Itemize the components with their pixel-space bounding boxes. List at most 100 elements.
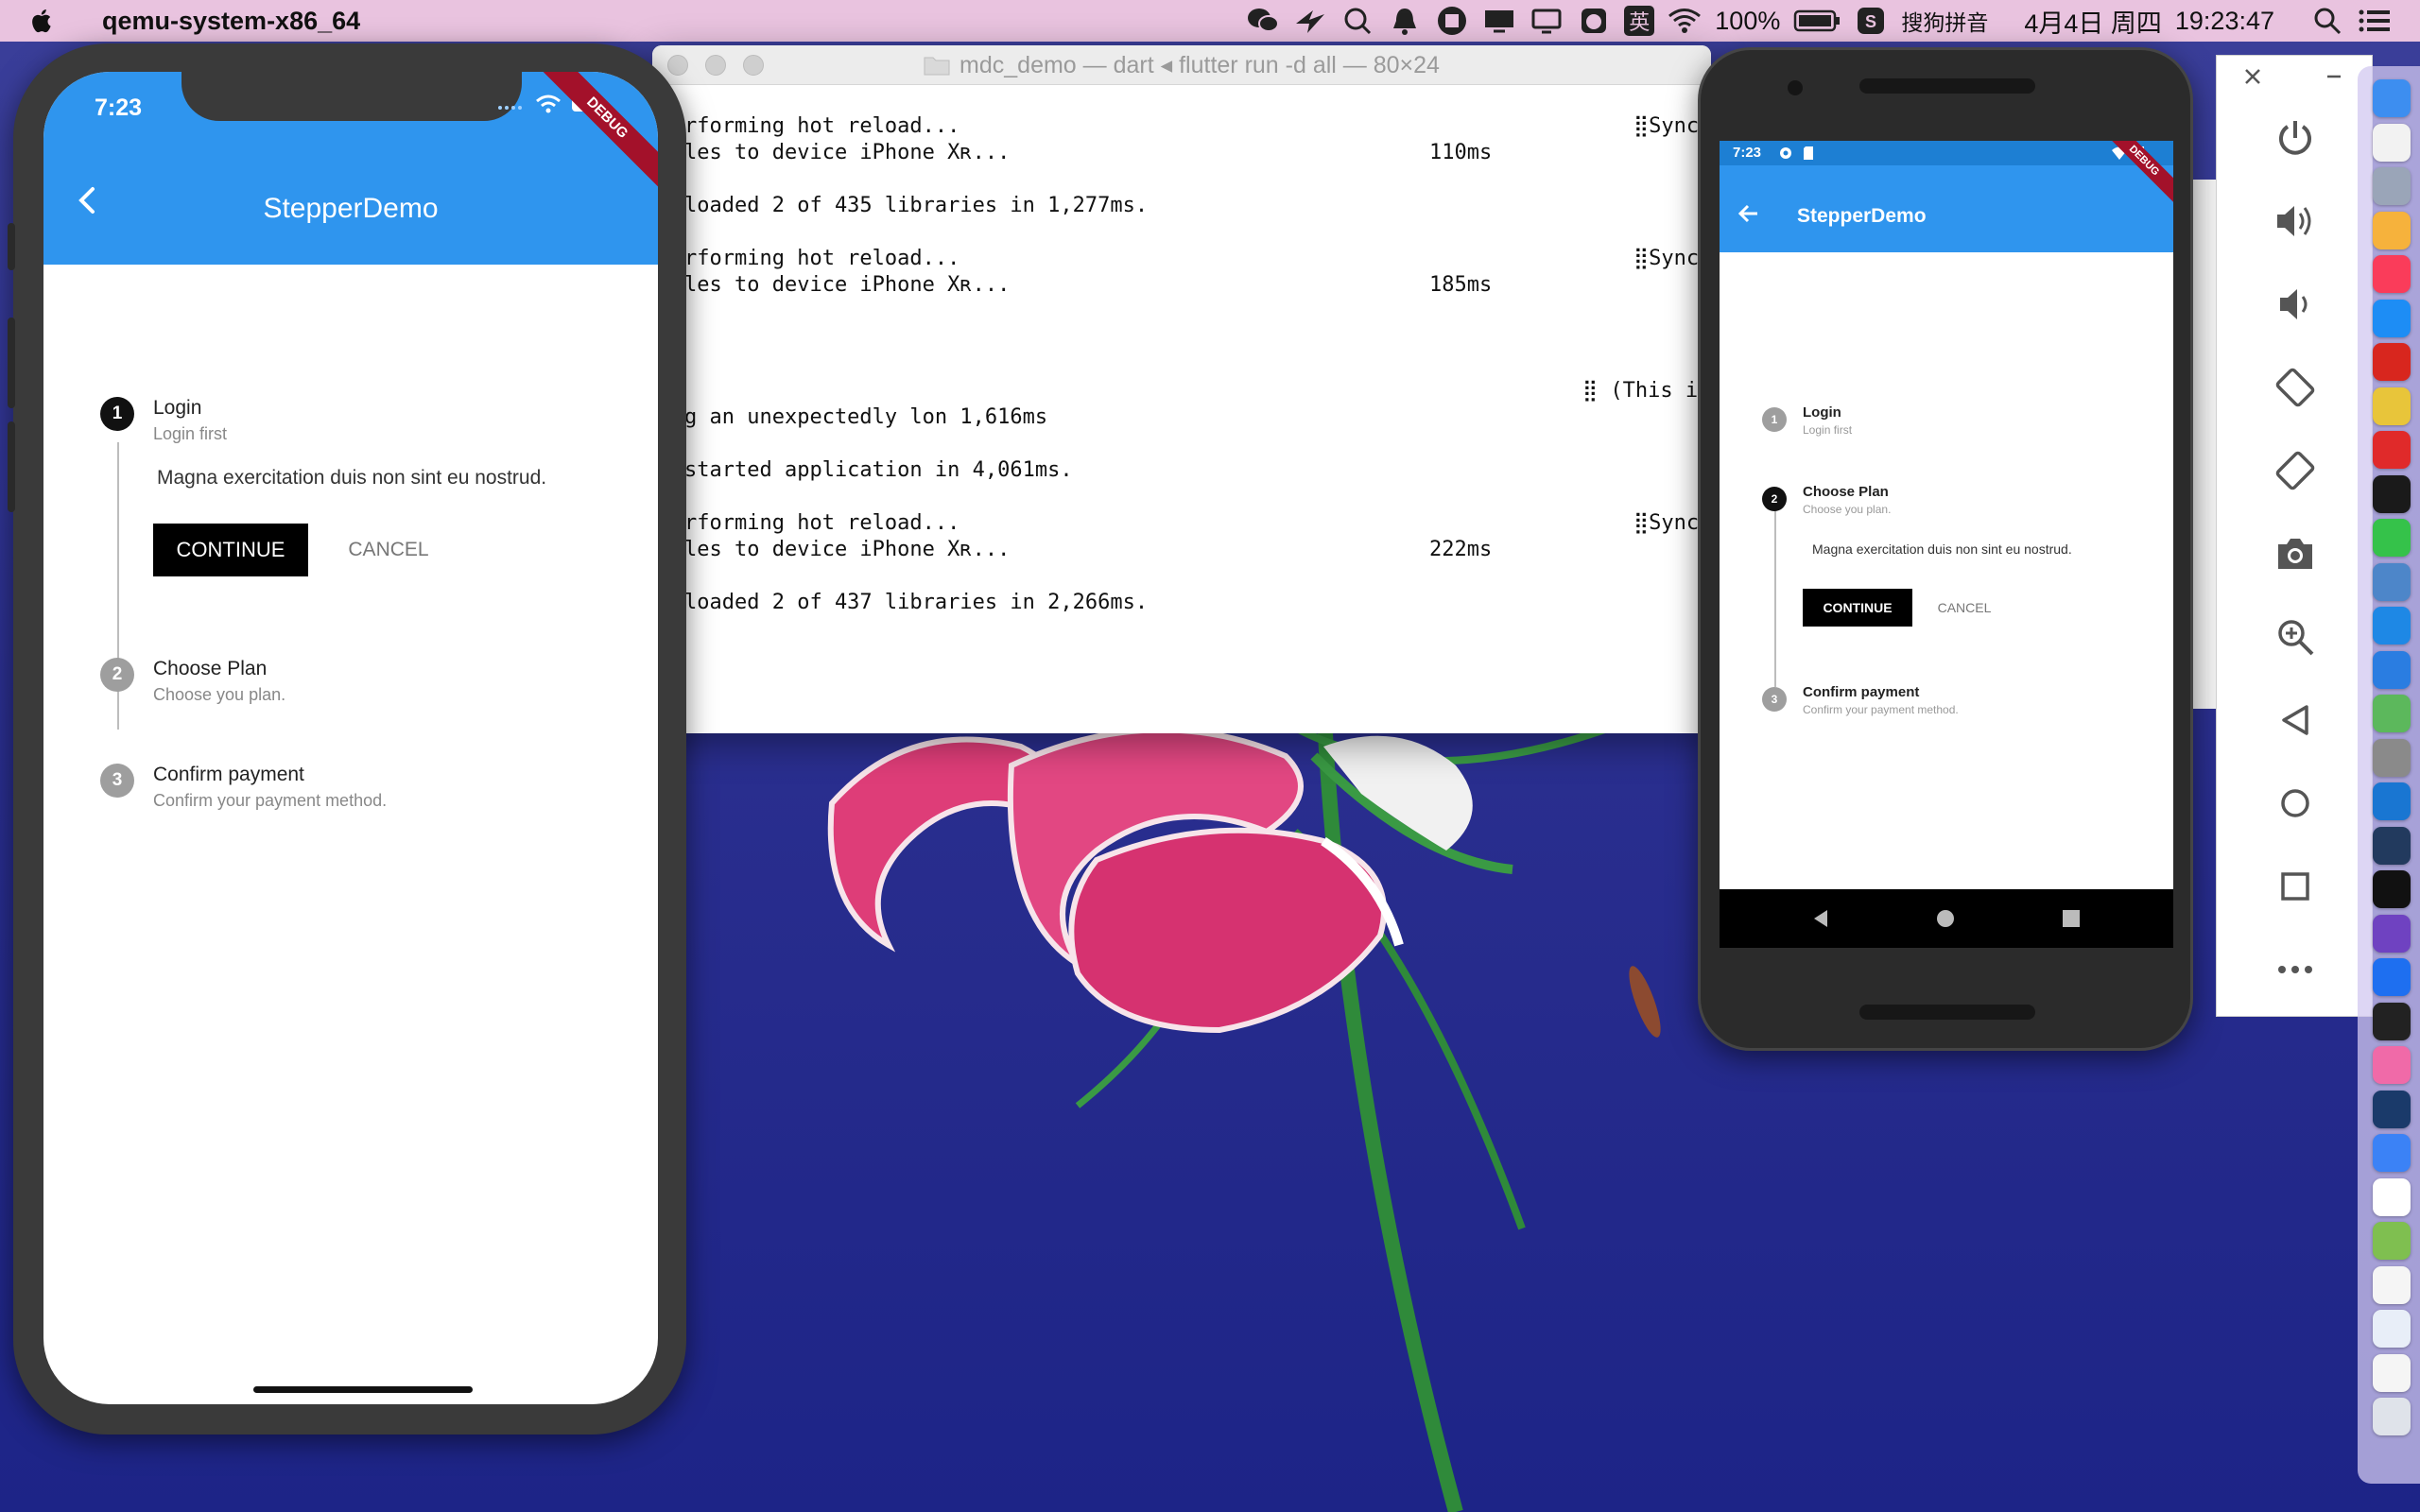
home-button[interactable] (2262, 770, 2328, 836)
home-indicator[interactable] (253, 1386, 473, 1393)
terminal-window[interactable]: mdc_demo — dart ◂ flutter run -d all — 8… (652, 45, 1711, 733)
webstorm-icon[interactable] (2373, 870, 2411, 908)
doc-icon[interactable] (2373, 1265, 2411, 1304)
close-icon[interactable] (2239, 63, 2266, 90)
trash-icon[interactable] (2373, 1398, 2411, 1435)
step-3-circle[interactable]: 3 (1762, 687, 1787, 712)
bird-icon[interactable] (1293, 5, 1327, 37)
step-2-circle[interactable]: 2 (1762, 487, 1787, 511)
iphone-simulator: 7:23 DEBUG StepperDemo 1 Login Login fir… (8, 43, 686, 1435)
menubar-time[interactable]: 19:23:47 (2175, 7, 2274, 36)
system-prefs-icon[interactable] (2373, 738, 2411, 777)
minimize-icon[interactable] (2321, 63, 2347, 90)
step-2-title[interactable]: Choose Plan (1803, 484, 1889, 500)
sogou-icon[interactable]: S (1854, 5, 1888, 37)
chrome-icon[interactable] (2373, 387, 2411, 425)
cancel-button[interactable]: CANCEL (337, 524, 441, 576)
android-nav-bar (1720, 889, 2173, 948)
minimize-button[interactable] (705, 55, 726, 76)
step-3-title[interactable]: Confirm payment (1803, 684, 1919, 700)
ime-english[interactable]: 英 (1624, 6, 1655, 36)
continue-button[interactable]: CONTINUE (1803, 589, 1912, 627)
terminal-right-note: 222ms (1429, 538, 1493, 561)
step-2-circle[interactable]: 2 (100, 658, 134, 692)
notes-icon[interactable] (2373, 123, 2411, 162)
qq-icon[interactable] (2373, 474, 2411, 513)
terminal-output[interactable]: rforming hot reload... les to device iPho… (684, 85, 1711, 733)
appstore-icon[interactable] (2373, 299, 2411, 337)
screen-share-icon[interactable] (1482, 5, 1516, 37)
safari-icon[interactable] (2373, 607, 2411, 644)
input-badge-icon[interactable] (1435, 5, 1469, 37)
input-method-name[interactable]: 搜狗拼音 (1901, 5, 1988, 37)
nav-back-icon[interactable] (1810, 908, 1831, 929)
menubar-date[interactable]: 4月4日 周四 (2024, 3, 2162, 40)
youdao-icon[interactable] (2373, 431, 2411, 469)
display-icon[interactable] (2373, 1046, 2411, 1084)
step-1-title[interactable]: Login (153, 397, 201, 420)
step-3-title[interactable]: Confirm payment (153, 764, 304, 786)
continue-button[interactable]: CONTINUE (153, 524, 308, 576)
android-studio-icon[interactable] (2373, 695, 2411, 732)
step-content-text: Magna exercitation duis non sint eu nost… (157, 467, 547, 489)
launchpad-icon[interactable] (2373, 167, 2411, 205)
volume-up-icon (2277, 206, 2311, 236)
step-1-title[interactable]: Login (1803, 404, 1841, 421)
battery-icon[interactable] (1793, 5, 1841, 37)
zoom-button[interactable] (743, 55, 764, 76)
back-arrow-icon[interactable] (1737, 201, 1761, 226)
vscode-icon[interactable] (2373, 826, 2411, 865)
back-button[interactable] (2262, 687, 2328, 753)
volume-up-button[interactable] (2262, 188, 2328, 254)
finder-icon[interactable] (2373, 79, 2411, 117)
step-2-title[interactable]: Choose Plan (153, 658, 267, 680)
doc2-icon[interactable] (2373, 1353, 2411, 1392)
power-button[interactable] (2262, 105, 2328, 171)
nav-overview-icon[interactable] (2062, 909, 2081, 928)
search-tool-icon[interactable] (1340, 5, 1374, 37)
apple-icon[interactable] (28, 7, 57, 35)
bell-icon[interactable] (1388, 5, 1422, 37)
rotate-right-button[interactable] (2262, 438, 2328, 504)
mail-icon[interactable] (2373, 1177, 2411, 1216)
app-red-icon[interactable] (2373, 343, 2411, 381)
cancel-button[interactable]: CANCEL (1922, 589, 2007, 627)
terminal-title-text: mdc_demo — dart ◂ flutter run -d all — 8… (959, 51, 1440, 78)
files-icon[interactable] (2373, 1310, 2411, 1348)
step-1-circle[interactable]: 1 (100, 397, 134, 431)
wechat-icon[interactable] (2373, 519, 2411, 557)
wechat-icon[interactable] (1246, 5, 1280, 37)
close-button[interactable] (667, 55, 688, 76)
terminal-titlebar[interactable]: mdc_demo — dart ◂ flutter run -d all — 8… (652, 45, 1711, 85)
overview-button[interactable] (2262, 853, 2328, 919)
volume-down-button[interactable] (2262, 271, 2328, 337)
xcode-icon[interactable] (2373, 782, 2411, 820)
green-app-icon[interactable] (2373, 1222, 2411, 1260)
display-icon[interactable] (1530, 5, 1564, 37)
terminal-icon[interactable] (2373, 1002, 2411, 1040)
more-button[interactable] (2262, 936, 2328, 1003)
github-icon[interactable] (2373, 914, 2411, 953)
zoom-button[interactable] (2262, 604, 2328, 670)
app-name[interactable]: qemu-system-x86_64 (102, 7, 360, 36)
maps-icon[interactable] (2373, 958, 2411, 996)
photos-icon[interactable] (2373, 211, 2411, 249)
sd-card-icon (1804, 146, 1813, 160)
nav-home-icon[interactable] (1935, 908, 1956, 929)
mplus-icon[interactable] (2373, 650, 2411, 689)
iphone-app-title: StepperDemo (263, 193, 439, 224)
wifi-icon[interactable] (1668, 5, 1702, 37)
control-center-icon[interactable] (2358, 5, 2392, 37)
android-app-bar (1720, 165, 2173, 252)
screenshot-button[interactable] (2262, 521, 2328, 587)
emoji-icon[interactable] (1577, 5, 1611, 37)
spotlight-icon[interactable] (2310, 5, 2344, 37)
step-3-circle[interactable]: 3 (100, 764, 134, 798)
simulator-icon[interactable] (2373, 1134, 2411, 1172)
step-2-subtitle: Choose you plan. (1803, 503, 1892, 516)
quicktime-icon[interactable] (2373, 1090, 2411, 1128)
rotate-left-button[interactable] (2262, 354, 2328, 421)
step-1-circle[interactable]: 1 (1762, 407, 1787, 432)
preview-icon[interactable] (2373, 562, 2411, 601)
music-icon[interactable] (2373, 255, 2411, 293)
